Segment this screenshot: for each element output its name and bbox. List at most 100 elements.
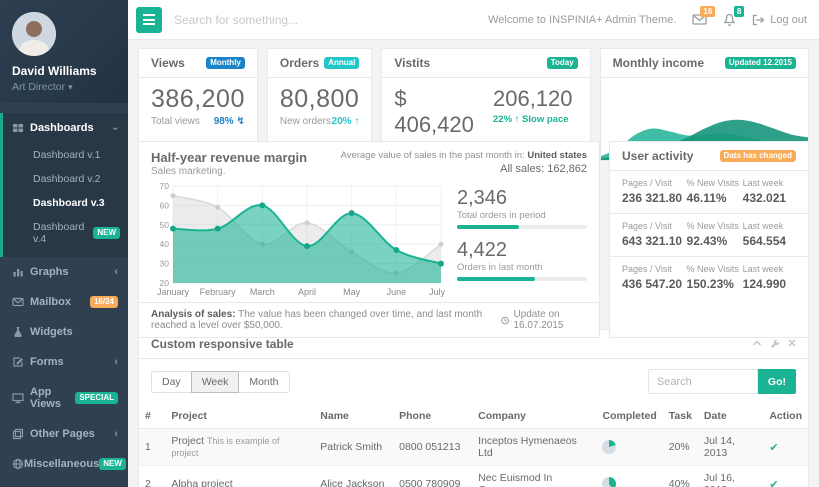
day-button[interactable]: Day: [151, 371, 192, 393]
updated-badge: Updated 12.2015: [725, 57, 796, 69]
panel-title: Custom responsive table: [151, 337, 294, 351]
chevron-left-icon: ‹: [114, 267, 118, 278]
globe-icon: [12, 458, 24, 470]
go-button[interactable]: Go!: [758, 369, 796, 394]
orders-value: 80,800: [280, 86, 359, 114]
user-role-dropdown[interactable]: Art Director▾: [12, 81, 116, 93]
svg-text:June: June: [387, 287, 407, 297]
user-name: David Williams: [12, 64, 116, 78]
mailbox-badge: 16/24: [90, 296, 118, 308]
svg-text:50: 50: [160, 220, 170, 230]
panel-title: Orders: [280, 56, 319, 70]
visits-right-trend: 22% ↑ Slow pace: [493, 114, 578, 125]
panel-title: Vistits: [394, 56, 430, 70]
data-changed-badge: Data has changed: [720, 150, 796, 162]
sidebar-item-label: Dashboards: [30, 122, 114, 134]
arrow-up-icon: ↑: [515, 114, 520, 125]
sidebar-toggle-button[interactable]: [136, 7, 162, 33]
views-label: Total views: [151, 116, 200, 127]
visits-right-value: 206,120: [493, 86, 578, 112]
side-nav: Dashboards ‹ Dashboard v.1 Dashboard v.2…: [0, 103, 128, 487]
orders-month-label: Orders in last month: [457, 262, 587, 273]
average-sales-text: Average value of sales in the past month…: [341, 150, 587, 161]
progress-bar: [457, 277, 587, 281]
orders-label: New orders: [280, 116, 331, 127]
panel-title: User activity: [622, 149, 693, 163]
orders-month-value: 4,422: [457, 239, 587, 261]
week-button[interactable]: Week: [191, 371, 240, 393]
nav-section-dashboards: Dashboards ‹ Dashboard v.1 Dashboard v.2…: [0, 113, 128, 257]
wrench-icon[interactable]: [770, 339, 780, 349]
sidebar-item-other-pages[interactable]: Other Pages‹: [0, 419, 128, 449]
today-badge: Today: [547, 57, 578, 69]
sidebar-item-app-views[interactable]: App ViewsSPECIAL: [0, 377, 128, 419]
activity-row: Pages / Visit643 321.10 % New Visits92.4…: [610, 214, 808, 257]
sidebar-item-mailbox[interactable]: Mailbox16/24: [0, 287, 128, 317]
logout-button[interactable]: Log out: [752, 14, 807, 26]
svg-text:60: 60: [160, 200, 170, 210]
new-badge: NEW: [93, 227, 120, 239]
orders-period-value: 2,346: [457, 187, 587, 209]
chevron-left-icon: ‹: [114, 357, 118, 368]
sign-out-icon: [752, 14, 765, 26]
profile-block: David Williams Art Director▾: [0, 0, 128, 103]
activity-row: Pages / Visit236 321.80 % New Visits46.1…: [610, 171, 808, 214]
revenue-panel: Half-year revenue margin Sales marketing…: [138, 141, 600, 338]
sidebar-item-graphs[interactable]: Graphs‹: [0, 257, 128, 287]
messages-badge: 16: [700, 6, 715, 17]
dashboards-submenu: Dashboard v.1 Dashboard v.2 Dashboard v.…: [3, 143, 128, 257]
sidebar-item-dashboard-v2[interactable]: Dashboard v.2: [3, 167, 128, 191]
month-button[interactable]: Month: [238, 371, 289, 393]
svg-text:40: 40: [160, 239, 170, 249]
grid-icon: [12, 122, 30, 134]
sidebar-item-dashboard-v3[interactable]: Dashboard v.3: [3, 191, 128, 215]
sidebar-item-widgets[interactable]: Widgets: [0, 317, 128, 347]
collapse-icon[interactable]: [752, 339, 762, 349]
sidebar-item-miscellaneous[interactable]: MiscellaneousNEW: [0, 449, 128, 479]
all-sales-text: All sales: 162,862: [341, 163, 587, 175]
svg-text:May: May: [343, 287, 361, 297]
revenue-subtitle: Sales marketing.: [151, 166, 307, 177]
table-row: 2 Alpha project Alice Jackson 0500 78090…: [139, 466, 808, 487]
projects-table: #ProjectNamePhoneCompanyCompletedTaskDat…: [139, 404, 808, 487]
svg-text:January: January: [157, 287, 190, 297]
activity-row: Pages / Visit436 547.20 % New Visits150.…: [610, 257, 808, 299]
update-info: Update on 16.07.2015: [501, 309, 587, 331]
panel-title: Monthly income: [613, 56, 704, 70]
completed-pie: [602, 477, 616, 487]
new-badge: NEW: [99, 458, 126, 470]
sidebar-item-ui-elements[interactable]: UI Elements‹: [0, 479, 128, 487]
sidebar-item-dashboard-v4[interactable]: Dashboard v.4NEW: [3, 215, 128, 251]
top-navbar: Welcome to INSPINIA+ Admin Theme. 16 8 L…: [128, 0, 819, 40]
table-search-input[interactable]: [648, 369, 758, 394]
orders-percent: 20% ↑: [332, 116, 360, 127]
svg-text:July: July: [429, 287, 446, 297]
bar-chart-icon: [12, 266, 30, 278]
sidebar-item-forms[interactable]: Forms‹: [0, 347, 128, 377]
desktop-icon: [12, 392, 30, 404]
check-icon[interactable]: ✔: [769, 479, 778, 487]
sidebar-item-dashboard-v1[interactable]: Dashboard v.1: [3, 143, 128, 167]
copy-icon: [12, 428, 30, 440]
envelope-icon: [12, 296, 30, 308]
table-header-row: #ProjectNamePhoneCompanyCompletedTaskDat…: [139, 404, 808, 429]
content-area: ViewsMonthly 386,200 Total views98% ↯ Or…: [128, 40, 819, 487]
annual-badge: Annual: [324, 57, 359, 69]
svg-text:30: 30: [160, 259, 170, 269]
svg-text:70: 70: [160, 181, 170, 191]
svg-text:April: April: [298, 287, 316, 297]
bolt-icon: ↯: [236, 116, 244, 127]
alerts-badge: 8: [734, 6, 744, 17]
search-input[interactable]: [174, 13, 488, 27]
user-activity-panel: User activity Data has changed Pages / Vi…: [609, 141, 809, 338]
view-switcher: Day Week Month: [151, 371, 290, 393]
close-icon[interactable]: [788, 339, 796, 349]
chevron-expanded-icon: ‹: [111, 126, 122, 130]
check-icon[interactable]: ✔: [769, 442, 778, 454]
avatar[interactable]: [12, 12, 56, 56]
views-percent: 98% ↯: [214, 116, 245, 127]
messages-icon[interactable]: 16: [692, 13, 707, 26]
orders-period-label: Total orders in period: [457, 210, 587, 221]
alerts-bell-icon[interactable]: 8: [723, 13, 736, 27]
sidebar-item-dashboards[interactable]: Dashboards ‹: [3, 113, 128, 143]
